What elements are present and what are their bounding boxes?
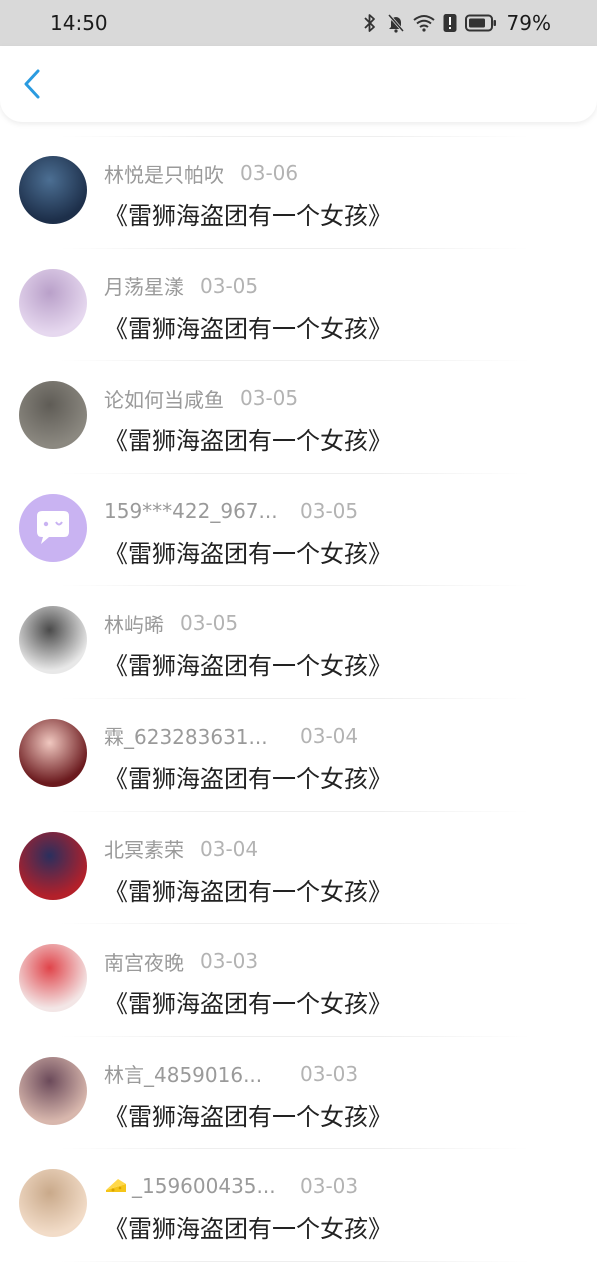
chevron-left-icon bbox=[22, 68, 42, 104]
comment-text: 《雷狮海盗团有一个女孩》 bbox=[104, 539, 392, 568]
username-text: 南宫夜晚 bbox=[104, 950, 184, 975]
username[interactable]: 霖_623283631... bbox=[104, 721, 300, 750]
comment-item[interactable]: 北冥素荣 03-04 《雷狮海盗团有一个女孩》 bbox=[0, 812, 597, 925]
comment-meta: 论如何当咸鱼 03-05 bbox=[104, 384, 298, 412]
comment-text: 《雷狮海盗团有一个女孩》 bbox=[104, 877, 392, 906]
navigation-bar bbox=[0, 46, 597, 122]
chat-bubble-icon bbox=[37, 510, 69, 544]
avatar-blonde-girl[interactable] bbox=[19, 1169, 87, 1238]
comment-item[interactable]: 159***422_967... 03-05 《雷狮海盗团有一个女孩》 bbox=[0, 474, 597, 587]
avatar-red-ornaments[interactable] bbox=[19, 831, 87, 900]
comment-meta: 159***422_967... 03-05 bbox=[104, 497, 358, 525]
username[interactable]: 159***422_967... bbox=[104, 499, 300, 523]
battery-icon bbox=[464, 12, 497, 34]
comment-list: 林悦是只帕吹 03-06 《雷狮海盗团有一个女孩》 月荡星漾 03-05 《雷狮海盗团有一… bbox=[0, 136, 597, 1262]
username-text: 北冥素荣 bbox=[104, 838, 184, 863]
status-icons: 79% bbox=[361, 11, 551, 35]
comment-text: 《雷狮海盗团有一个女孩》 bbox=[104, 427, 392, 456]
username[interactable]: 林言_4859016... bbox=[104, 1059, 300, 1088]
comment-text: 《雷狮海盗团有一个女孩》 bbox=[104, 1102, 392, 1131]
comment-date: 03-03 bbox=[300, 1174, 359, 1199]
username-text: 159***422_967... bbox=[104, 498, 278, 523]
comment-date: 03-05 bbox=[180, 611, 239, 636]
comment-text: 《雷狮海盗团有一个女孩》 bbox=[104, 314, 392, 343]
comment-date: 03-06 bbox=[240, 161, 299, 185]
avatar-red-anime-girl[interactable] bbox=[19, 718, 87, 787]
comment-date: 03-05 bbox=[240, 386, 299, 411]
mute-bell-icon bbox=[387, 12, 405, 34]
username[interactable]: 林悦是只帕吹 bbox=[104, 159, 224, 188]
avatar-anime-couple[interactable] bbox=[19, 1056, 87, 1125]
comment-item[interactable]: 南宫夜晚 03-03 《雷狮海盗团有一个女孩》 bbox=[0, 924, 597, 1037]
wifi-icon bbox=[412, 12, 435, 34]
username[interactable]: 林屿晞 bbox=[104, 609, 164, 638]
username[interactable]: 论如何当咸鱼 bbox=[104, 384, 224, 413]
battery-percentage: 79% bbox=[506, 11, 551, 35]
username-text: 林悦是只帕吹 bbox=[104, 162, 224, 187]
comment-meta: 霖_623283631... 03-04 bbox=[104, 722, 358, 750]
avatar-street-photo[interactable] bbox=[19, 381, 87, 450]
comment-text: 《雷狮海盗团有一个女孩》 bbox=[104, 1215, 392, 1244]
comment-item[interactable]: 月荡星漾 03-05 《雷狮海盗团有一个女孩》 bbox=[0, 249, 597, 362]
avatar-monochrome-girl[interactable] bbox=[19, 606, 87, 675]
comment-text: 《雷狮海盗团有一个女孩》 bbox=[104, 764, 392, 793]
avatar-dark-character[interactable] bbox=[19, 156, 87, 224]
username-text: 论如何当咸鱼 bbox=[104, 387, 224, 412]
bluetooth-icon bbox=[361, 12, 379, 34]
alert-sim-icon bbox=[443, 12, 457, 34]
username-text: 霖_623283631... bbox=[104, 725, 268, 750]
comment-meta: 月荡星漾 03-05 bbox=[104, 272, 258, 300]
username-text: 月荡星漾 bbox=[104, 275, 184, 300]
avatar-red-hair-girl[interactable] bbox=[19, 944, 87, 1013]
username[interactable]: 月荡星漾 bbox=[104, 271, 184, 300]
comment-item[interactable]: 林屿晞 03-05 《雷狮海盗团有一个女孩》 bbox=[0, 586, 597, 699]
comment-item[interactable]: _159600435... 03-03 《雷狮海盗团有一个女孩》 bbox=[0, 1149, 597, 1262]
username[interactable]: 南宫夜晚 bbox=[104, 947, 184, 976]
comment-date: 03-04 bbox=[300, 723, 359, 748]
cheese-icon bbox=[104, 1174, 128, 1198]
comment-text: 《雷狮海盗团有一个女孩》 bbox=[104, 202, 392, 230]
username[interactable]: _159600435... bbox=[104, 1174, 300, 1198]
status-time: 14:50 bbox=[50, 11, 108, 35]
comment-date: 03-05 bbox=[200, 273, 259, 298]
comment-date: 03-05 bbox=[300, 498, 359, 523]
comment-item[interactable]: 论如何当咸鱼 03-05 《雷狮海盗团有一个女孩》 bbox=[0, 361, 597, 474]
status-bar: 14:50 79% bbox=[0, 0, 597, 46]
comment-meta: 林悦是只帕吹 03-06 bbox=[104, 159, 298, 187]
comment-item[interactable]: 林悦是只帕吹 03-06 《雷狮海盗团有一个女孩》 bbox=[0, 136, 597, 249]
back-button[interactable] bbox=[14, 66, 50, 106]
comment-date: 03-04 bbox=[200, 836, 259, 861]
comment-meta: 林言_4859016... 03-03 bbox=[104, 1060, 358, 1088]
comment-item[interactable]: 霖_623283631... 03-04 《雷狮海盗团有一个女孩》 bbox=[0, 699, 597, 812]
comment-text: 《雷狮海盗团有一个女孩》 bbox=[104, 652, 392, 681]
comment-meta: 北冥素荣 03-04 bbox=[104, 835, 258, 863]
divider bbox=[0, 1260, 597, 1262]
comment-date: 03-03 bbox=[200, 949, 259, 974]
comment-date: 03-03 bbox=[300, 1061, 359, 1086]
username[interactable]: 北冥素荣 bbox=[104, 834, 184, 863]
comment-item[interactable]: 林言_4859016... 03-03 《雷狮海盗团有一个女孩》 bbox=[0, 1037, 597, 1150]
username-text: 林言_4859016... bbox=[104, 1063, 263, 1088]
comment-meta: 南宫夜晚 03-03 bbox=[104, 947, 258, 975]
avatar-anime-girl-lavender[interactable] bbox=[19, 268, 87, 337]
username-text: 林屿晞 bbox=[104, 612, 164, 637]
username-text: _159600435... bbox=[132, 1174, 276, 1199]
comment-meta: 林屿晞 03-05 bbox=[104, 609, 238, 637]
comment-meta: _159600435... 03-03 bbox=[104, 1172, 358, 1200]
avatar-default-chat-bubble[interactable] bbox=[19, 493, 87, 562]
comment-text: 《雷狮海盗团有一个女孩》 bbox=[104, 990, 392, 1019]
